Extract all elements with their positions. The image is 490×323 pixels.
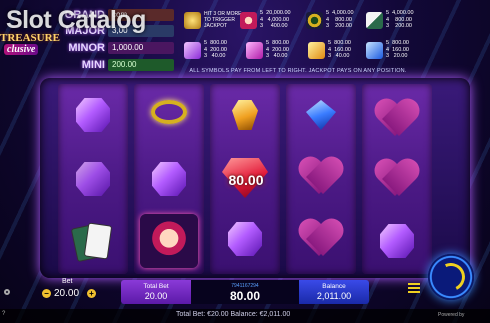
watermark: Slot Catalog	[6, 6, 146, 34]
gold-ring-icon	[306, 11, 323, 29]
win-box: 7941167294 80.00	[191, 280, 299, 304]
purple-jewel-icon	[246, 41, 263, 59]
logo-line-2: clusive	[4, 44, 39, 55]
reel-1	[58, 84, 128, 274]
balance-value: 2,011.00	[316, 291, 352, 301]
gold-jewel-icon	[308, 41, 325, 59]
win-amount-overlay: 80.00	[228, 172, 264, 188]
paytable-entry: 5 4,000.00 4 800.00 3 200.00	[306, 8, 354, 32]
purple-gem-icon	[184, 41, 201, 59]
paytable-note: ALL SYMBOLS PAY FROM LEFT TO RIGHT. JACK…	[189, 68, 407, 74]
blue-gem-icon	[366, 41, 383, 59]
help-button[interactable]: ?	[2, 311, 5, 317]
purple-gem-icon	[228, 222, 262, 256]
jackpot-value: 200.00	[108, 59, 174, 71]
win-box-value: 80.00	[229, 289, 261, 303]
total-bet-box: Total Bet 20.00	[121, 280, 191, 304]
paytable-values: 5 4,000.00 4 800.00 3 200.00	[326, 10, 354, 30]
spin-button[interactable]	[428, 254, 474, 300]
bet-decrease-button[interactable]: −	[42, 289, 51, 298]
paytable-values: 5 800.00 4 200.00 3 40.00	[266, 40, 289, 60]
provider-text: Powered by	[438, 312, 465, 318]
heart-icon	[375, 160, 419, 200]
reel-4	[286, 84, 356, 274]
spin-arrow-icon	[433, 259, 469, 295]
paytable-entry: 5 800.00 4 160.00 3 20.00	[366, 38, 409, 62]
paytable-values: 5 800.00 4 160.00 3 20.00	[386, 40, 409, 60]
paytable-entry: 5 800.00 4 160.00 3 40.00	[308, 38, 351, 62]
balance-box: Balance 2,011.00	[299, 280, 369, 304]
paytable-entry: 5 800.00 4 200.00 3 40.00	[184, 38, 227, 62]
heart-icon	[375, 100, 419, 140]
paytable-values: 5 800.00 4 200.00 3 40.00	[204, 40, 227, 60]
jester-icon	[240, 11, 257, 29]
jackpot-mini: MINI 200.00	[56, 58, 174, 72]
jackpot-minor: MINOR 1,000.00	[56, 41, 174, 55]
reel-2	[134, 84, 204, 274]
bet-value: 20.00	[54, 288, 80, 299]
paytable-entry: 5 20,000.00 4 4,000.00 3 400.00	[240, 8, 291, 32]
bet-increase-button[interactable]: +	[87, 289, 96, 298]
trigger-text: HIT 3 OR MORE TO TRIGGER JACKPOT	[204, 11, 242, 29]
balance-label: Balance	[322, 283, 346, 290]
autoplay-icon[interactable]	[406, 282, 422, 294]
purple-gem-icon	[76, 98, 110, 132]
bet-control: Bet − 20.00 +	[40, 278, 98, 304]
cards-icon	[366, 11, 383, 29]
total-bet-label: Total Bet	[143, 283, 169, 290]
jester-icon	[140, 214, 198, 268]
jackpot-name: MINOR	[68, 42, 105, 54]
status-text: Total Bet: €20.00 Balance: €2,011.00	[176, 311, 291, 318]
gold-jewel-icon	[232, 100, 258, 130]
paytable-entry: 5 800.00 4 200.00 3 40.00	[246, 38, 289, 62]
paytable-entry: 5 4,000.00 4 800.00 3 200.00	[366, 8, 414, 32]
jackpot-value: 1,000.00	[108, 42, 174, 54]
total-bet-value: 20.00	[144, 291, 168, 301]
game-scene: Slot Catalog TREASURE clusive GRAND com …	[0, 0, 490, 323]
paytable-values: 5 800.00 4 160.00 3 40.00	[328, 40, 351, 60]
gold-coin-icon	[184, 11, 201, 29]
paytable-jackpot-trigger: HIT 3 OR MORE TO TRIGGER JACKPOT	[184, 8, 242, 32]
settings-gear-icon[interactable]	[4, 289, 10, 295]
paytable: HIT 3 OR MORE TO TRIGGER JACKPOT 5 20,00…	[176, 4, 420, 74]
reel-5	[362, 84, 432, 274]
blue-gem-icon	[306, 100, 336, 130]
paytable-values: 5 20,000.00 4 4,000.00 3 400.00	[260, 10, 291, 30]
bet-label: Bet	[62, 278, 73, 285]
purple-gem-icon	[152, 162, 186, 196]
heart-icon	[299, 220, 343, 260]
purple-gem-icon	[380, 224, 414, 258]
jackpot-name: MINI	[81, 59, 105, 71]
paytable-values: 5 4,000.00 4 800.00 3 200.00	[386, 10, 414, 30]
cards-icon	[70, 222, 113, 263]
purple-gem-icon	[76, 162, 110, 196]
gold-ring-icon	[151, 100, 187, 124]
status-bar: ? Total Bet: €20.00 Balance: €2,011.00 P…	[0, 309, 490, 323]
heart-icon	[299, 158, 343, 198]
